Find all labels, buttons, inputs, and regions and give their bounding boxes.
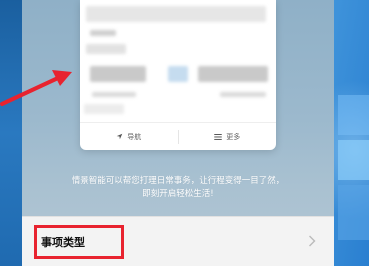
desktop-left-edge [0, 0, 22, 266]
menu-lines-icon [214, 133, 222, 140]
windows-logo-tile [338, 95, 369, 135]
blurred-text [84, 104, 124, 114]
blurred-icon [168, 66, 188, 82]
nav-label: 导航 [127, 132, 142, 141]
blurred-text [90, 30, 116, 36]
description-line-2: 即刻开启轻松生活! [142, 189, 214, 199]
blurred-text [92, 92, 136, 97]
blurred-block [90, 66, 146, 82]
chevron-right-icon [309, 235, 316, 247]
card-footer: 导航 更多 [80, 122, 276, 150]
scene-description: 情景智能可以帮您打理日常事务，让行程变得一目了然， 即刻开启轻松生活! [22, 175, 334, 201]
more-button[interactable]: 更多 [179, 132, 277, 142]
red-pointer-arrow [0, 70, 72, 106]
event-type-label: 事项类型 [41, 236, 85, 249]
highlight-box: 事项类型 [34, 225, 124, 259]
scene-card[interactable]: 导航 更多 [80, 0, 276, 150]
blurred-block [198, 66, 268, 82]
blurred-header [86, 6, 266, 22]
blurred-text [220, 92, 266, 97]
more-label: 更多 [226, 132, 241, 141]
event-type-row[interactable]: 事项类型 [22, 216, 334, 266]
windows-logo-tile [338, 185, 369, 240]
blurred-text [86, 44, 126, 54]
navigation-arrow-icon [116, 133, 123, 140]
nav-button[interactable]: 导航 [80, 132, 178, 142]
windows-logo-tile [338, 140, 369, 180]
description-line-1: 情景智能可以帮您打理日常事务，让行程变得一目了然， [71, 176, 285, 186]
